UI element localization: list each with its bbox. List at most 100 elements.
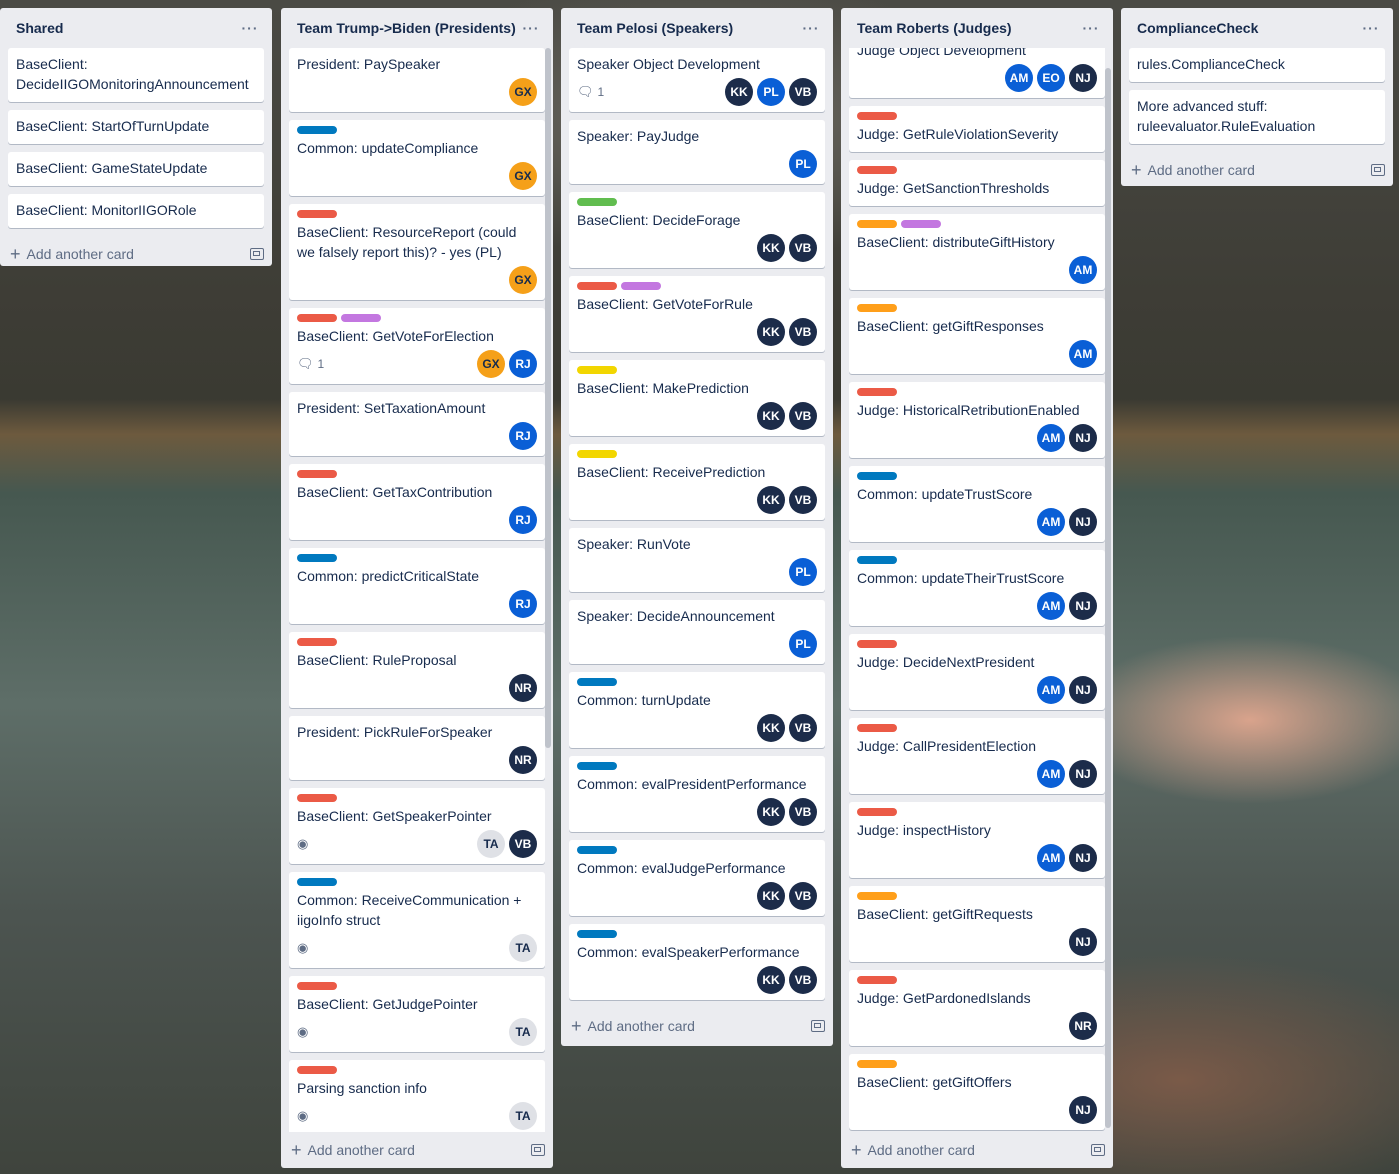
template-icon[interactable] bbox=[531, 1144, 545, 1156]
label-red[interactable] bbox=[857, 388, 897, 396]
avatar[interactable]: VB bbox=[789, 882, 817, 910]
card[interactable]: Common: evalPresidentPerformance KK VB bbox=[569, 756, 825, 832]
avatar[interactable]: KK bbox=[757, 234, 785, 262]
list-menu-icon[interactable]: ··· bbox=[517, 20, 545, 36]
label-orange[interactable] bbox=[857, 220, 897, 228]
card[interactable]: rules.ComplianceCheck bbox=[1129, 48, 1385, 82]
avatar[interactable]: NJ bbox=[1069, 1096, 1097, 1124]
label-red[interactable] bbox=[857, 724, 897, 732]
card[interactable]: Judge: DecideNextPresident AM NJ bbox=[849, 634, 1105, 710]
avatar[interactable]: VB bbox=[789, 714, 817, 742]
label-red[interactable] bbox=[297, 794, 337, 802]
avatar[interactable]: NJ bbox=[1069, 508, 1097, 536]
label-green[interactable] bbox=[577, 198, 617, 206]
card[interactable]: BaseClient: GetJudgePointer ◉ TA bbox=[289, 976, 545, 1052]
card[interactable]: Speaker: PayJudge PL bbox=[569, 120, 825, 184]
template-icon[interactable] bbox=[1091, 1144, 1105, 1156]
card[interactable]: President: PaySpeaker GX bbox=[289, 48, 545, 112]
label-blue[interactable] bbox=[297, 126, 337, 134]
label-red[interactable] bbox=[297, 1066, 337, 1074]
label-blue[interactable] bbox=[577, 846, 617, 854]
label-red[interactable] bbox=[857, 976, 897, 984]
avatar[interactable]: PL bbox=[789, 558, 817, 586]
avatar[interactable]: AM bbox=[1037, 508, 1065, 536]
card[interactable]: BaseClient: MonitorIIGORole bbox=[8, 194, 264, 228]
template-icon[interactable] bbox=[811, 1020, 825, 1032]
avatar[interactable]: EO bbox=[1037, 64, 1065, 92]
add-card-button[interactable]: + Add another card bbox=[281, 1132, 553, 1168]
avatar[interactable]: KK bbox=[757, 714, 785, 742]
avatar[interactable]: TA bbox=[477, 830, 505, 858]
avatar[interactable]: GX bbox=[509, 78, 537, 106]
card[interactable]: Common: updateTrustScore AM NJ bbox=[849, 466, 1105, 542]
card[interactable]: BaseClient: GetTaxContribution RJ bbox=[289, 464, 545, 540]
card[interactable]: Judge: GetSanctionThresholds bbox=[849, 160, 1105, 206]
list-header[interactable]: Shared ··· bbox=[0, 8, 272, 48]
list-header[interactable]: Team Pelosi (Speakers) ··· bbox=[561, 8, 833, 48]
avatar[interactable]: KK bbox=[757, 318, 785, 346]
label-blue[interactable] bbox=[297, 878, 337, 886]
card[interactable]: BaseClient: MakePrediction KK VB bbox=[569, 360, 825, 436]
avatar[interactable]: KK bbox=[757, 798, 785, 826]
avatar[interactable]: AM bbox=[1069, 256, 1097, 284]
label-red[interactable] bbox=[297, 470, 337, 478]
avatar[interactable]: KK bbox=[725, 78, 753, 106]
card[interactable]: Speaker: RunVote PL bbox=[569, 528, 825, 592]
card[interactable]: BaseClient: GetSpeakerPointer ◉ TA VB bbox=[289, 788, 545, 864]
avatar[interactable]: VB bbox=[789, 798, 817, 826]
avatar[interactable]: VB bbox=[509, 830, 537, 858]
card[interactable]: Judge Object Development AM EO NJ bbox=[849, 48, 1105, 98]
card[interactable]: Common: updateTheirTrustScore AM NJ bbox=[849, 550, 1105, 626]
label-orange[interactable] bbox=[857, 1060, 897, 1068]
card[interactable]: Common: evalSpeakerPerformance KK VB bbox=[569, 924, 825, 1000]
avatar[interactable]: PL bbox=[757, 78, 785, 106]
label-blue[interactable] bbox=[857, 472, 897, 480]
avatar[interactable]: VB bbox=[789, 486, 817, 514]
avatar[interactable]: NJ bbox=[1069, 760, 1097, 788]
avatar[interactable]: NR bbox=[509, 674, 537, 702]
avatar[interactable]: VB bbox=[789, 78, 817, 106]
label-blue[interactable] bbox=[857, 556, 897, 564]
label-purple[interactable] bbox=[901, 220, 941, 228]
label-purple[interactable] bbox=[341, 314, 381, 322]
avatar[interactable]: NR bbox=[1069, 1012, 1097, 1040]
avatar[interactable]: PL bbox=[789, 150, 817, 178]
card[interactable]: BaseClient: getGiftOffers NJ bbox=[849, 1054, 1105, 1130]
avatar[interactable]: KK bbox=[757, 402, 785, 430]
label-red[interactable] bbox=[577, 282, 617, 290]
avatar[interactable]: RJ bbox=[509, 350, 537, 378]
avatar[interactable]: RJ bbox=[509, 422, 537, 450]
card[interactable]: BaseClient: StartOfTurnUpdate bbox=[8, 110, 264, 144]
label-blue[interactable] bbox=[577, 930, 617, 938]
label-red[interactable] bbox=[297, 210, 337, 218]
card[interactable]: Judge: HistoricalRetributionEnabled AM NJ bbox=[849, 382, 1105, 458]
avatar[interactable]: AM bbox=[1069, 340, 1097, 368]
avatar[interactable]: PL bbox=[789, 630, 817, 658]
avatar[interactable]: RJ bbox=[509, 590, 537, 618]
avatar[interactable]: NJ bbox=[1069, 844, 1097, 872]
template-icon[interactable] bbox=[250, 248, 264, 260]
avatar[interactable]: VB bbox=[789, 966, 817, 994]
label-blue[interactable] bbox=[577, 762, 617, 770]
avatar[interactable]: GX bbox=[477, 350, 505, 378]
label-orange[interactable] bbox=[857, 304, 897, 312]
avatar[interactable]: NJ bbox=[1069, 928, 1097, 956]
card[interactable]: BaseClient: getGiftRequests NJ bbox=[849, 886, 1105, 962]
card[interactable]: BaseClient: distributeGiftHistory AM bbox=[849, 214, 1105, 290]
label-red[interactable] bbox=[297, 638, 337, 646]
avatar[interactable]: AM bbox=[1037, 676, 1065, 704]
avatar[interactable]: NJ bbox=[1069, 64, 1097, 92]
avatar[interactable]: TA bbox=[509, 1102, 537, 1130]
card[interactable]: BaseClient: ResourceReport (could we fal… bbox=[289, 204, 545, 300]
label-yellow[interactable] bbox=[577, 450, 617, 458]
card[interactable]: Judge: inspectHistory AM NJ bbox=[849, 802, 1105, 878]
avatar[interactable]: VB bbox=[789, 402, 817, 430]
label-red[interactable] bbox=[857, 640, 897, 648]
card[interactable]: BaseClient: GetVoteForElection 🗨 1 GX RJ bbox=[289, 308, 545, 384]
card[interactable]: Judge: GetRuleViolationSeverity bbox=[849, 106, 1105, 152]
avatar[interactable]: GX bbox=[509, 266, 537, 294]
label-red[interactable] bbox=[857, 808, 897, 816]
card[interactable]: Common: turnUpdate KK VB bbox=[569, 672, 825, 748]
list-header[interactable]: ComplianceCheck ··· bbox=[1121, 8, 1393, 48]
label-red[interactable] bbox=[857, 112, 897, 120]
